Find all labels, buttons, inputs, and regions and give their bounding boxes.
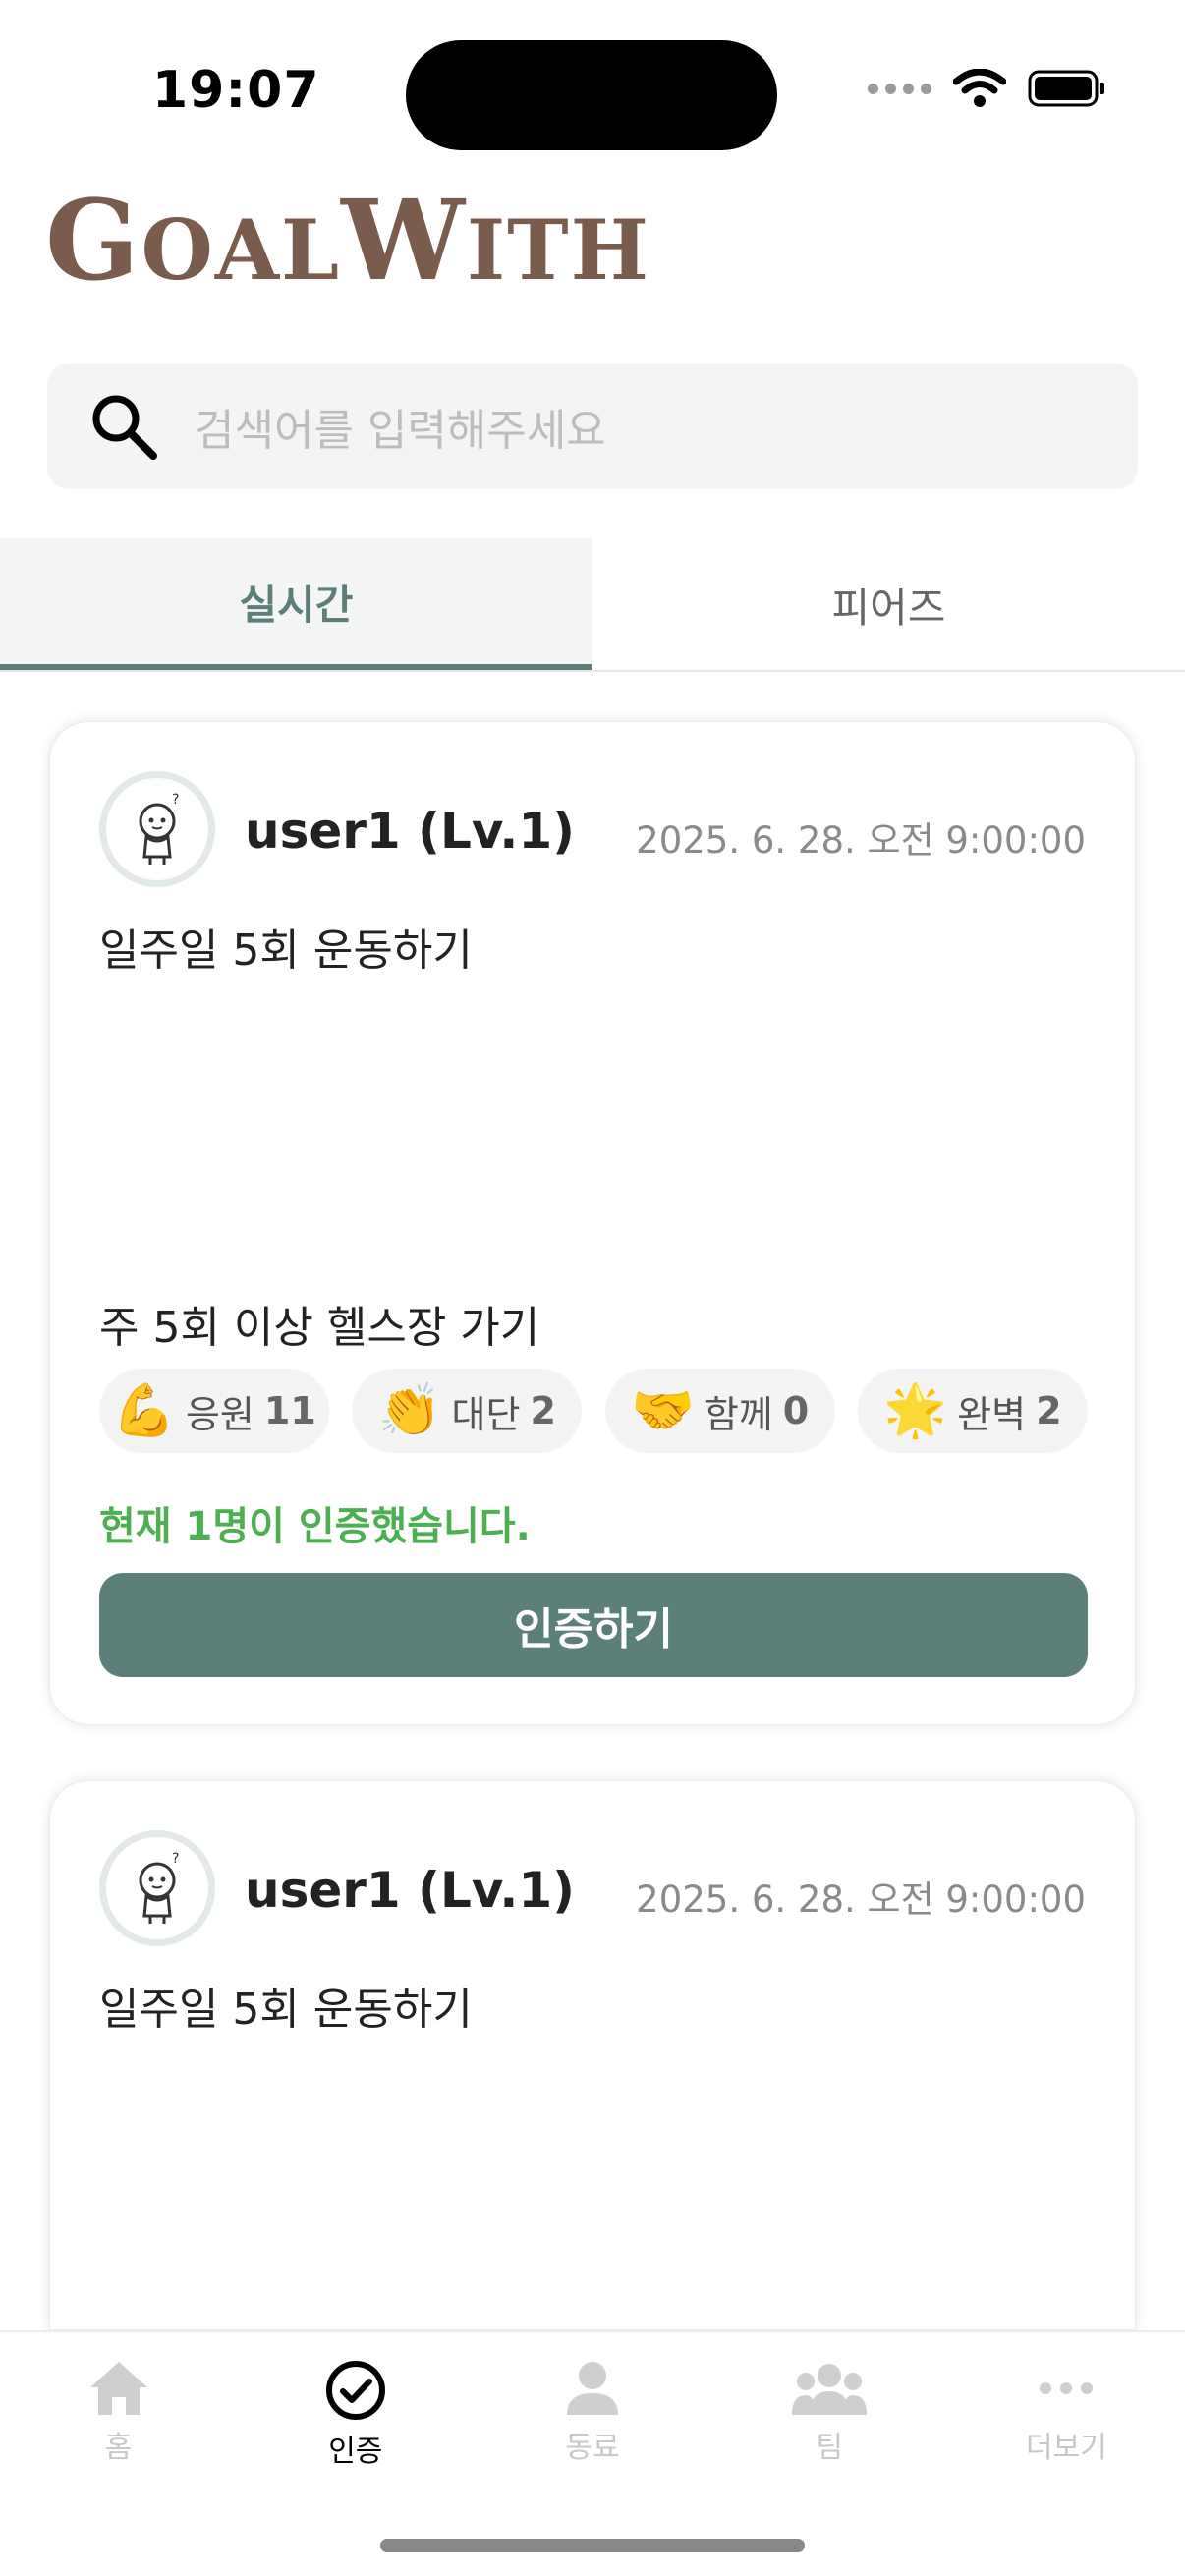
nav-certification[interactable]: 인증 <box>237 2332 474 2480</box>
reaction-count: 2 <box>1036 1389 1062 1432</box>
tab-realtime[interactable]: 실시간 <box>0 538 592 670</box>
tab-peers[interactable]: 피어즈 <box>592 538 1185 670</box>
nav-label: 홈 <box>104 2431 133 2465</box>
dynamic-island <box>406 40 777 150</box>
nav-home[interactable]: 홈 <box>0 2332 237 2480</box>
reaction-perfect-button[interactable]: 🌟 완벽 2 <box>857 1369 1088 1453</box>
app-logo: GOALWITH <box>45 187 650 297</box>
team-icon <box>792 2364 868 2415</box>
goal-description: 주 5회 이상 헬스장 가기 <box>99 1303 540 1353</box>
svg-text:?: ? <box>172 1851 179 1867</box>
post-timestamp: 2025. 6. 28. 오전 9:00:00 <box>636 1878 1086 1921</box>
status-time: 19:07 <box>152 61 320 120</box>
certify-button[interactable]: 인증하기 <box>99 1573 1088 1677</box>
reaction-label: 함께 <box>704 1392 773 1436</box>
reaction-count: 11 <box>263 1389 316 1432</box>
logo-part: OAL <box>141 201 342 299</box>
post-card: ? user1 (Lv.1) 2025. 6. 28. 오전 9:00:00 일… <box>49 721 1136 1725</box>
logo-part: W <box>341 177 467 306</box>
flexed-biceps-icon: 💪 <box>112 1381 176 1440</box>
battery-icon <box>1028 70 1104 107</box>
reaction-count: 2 <box>530 1389 556 1432</box>
character-avatar-icon: ? <box>139 1851 179 1924</box>
reaction-count: 0 <box>782 1389 810 1432</box>
reaction-together-button[interactable]: 🤝 함께 0 <box>604 1369 835 1453</box>
reaction-bar: 💪 응원 11 👏 대단 2 🤝 함께 0 🌟 완벽 2 <box>99 1369 1088 1453</box>
nav-label: 팀 <box>816 2431 844 2465</box>
home-indicator[interactable] <box>380 2539 805 2552</box>
home-icon <box>89 2362 147 2415</box>
post-username[interactable]: user1 (Lv.1) <box>245 1862 575 1919</box>
avatar[interactable]: ? <box>99 1830 215 1946</box>
clapping-hands-icon: 👏 <box>377 1381 442 1440</box>
post-timestamp: 2025. 6. 28. 오전 9:00:00 <box>636 819 1086 862</box>
screen: 19:07 GOALWITH 검색어를 입력해주세요 실시간 피어즈 ? use… <box>0 0 1185 2576</box>
nav-more[interactable]: 더보기 <box>948 2332 1185 2480</box>
person-icon <box>567 2362 618 2415</box>
goal-title: 일주일 5회 운동하기 <box>99 925 473 976</box>
cellular-dots-icon <box>868 83 931 94</box>
avatar[interactable]: ? <box>99 771 215 887</box>
search-input[interactable]: 검색어를 입력해주세요 <box>195 395 606 458</box>
glowing-star-icon: 🌟 <box>883 1381 948 1440</box>
nav-label: 더보기 <box>1026 2431 1107 2465</box>
character-avatar-icon: ? <box>139 792 179 865</box>
reaction-label: 대단 <box>451 1392 521 1436</box>
certification-status: 현재 1명이 인증했습니다. <box>99 1504 531 1549</box>
nav-colleagues[interactable]: 동료 <box>474 2332 710 2480</box>
svg-text:?: ? <box>172 792 179 808</box>
wifi-icon <box>953 69 1006 107</box>
reaction-great-button[interactable]: 👏 대단 2 <box>352 1369 583 1453</box>
nav-label: 인증 <box>328 2435 383 2469</box>
reaction-cheer-button[interactable]: 💪 응원 11 <box>99 1369 329 1453</box>
reaction-label: 응원 <box>185 1392 254 1436</box>
post-card: ? user1 (Lv.1) 2025. 6. 28. 오전 9:00:00 일… <box>49 1780 1136 2330</box>
feed-tabs: 실시간 피어즈 <box>0 538 1185 672</box>
logo-part: ITH <box>466 201 651 299</box>
nav-team[interactable]: 팀 <box>711 2332 948 2480</box>
nav-label: 동료 <box>565 2431 620 2465</box>
handshake-icon: 🤝 <box>631 1381 695 1440</box>
check-circle-icon <box>325 2361 385 2420</box>
search-icon <box>92 395 157 460</box>
search-bar[interactable]: 검색어를 입력해주세요 <box>47 364 1138 489</box>
more-icon <box>1040 2382 1094 2394</box>
status-icons <box>868 69 1106 108</box>
logo-part: G <box>45 177 141 306</box>
post-username[interactable]: user1 (Lv.1) <box>245 803 575 860</box>
goal-title: 일주일 5회 운동하기 <box>99 1985 473 2035</box>
reaction-label: 완벽 <box>957 1392 1027 1436</box>
